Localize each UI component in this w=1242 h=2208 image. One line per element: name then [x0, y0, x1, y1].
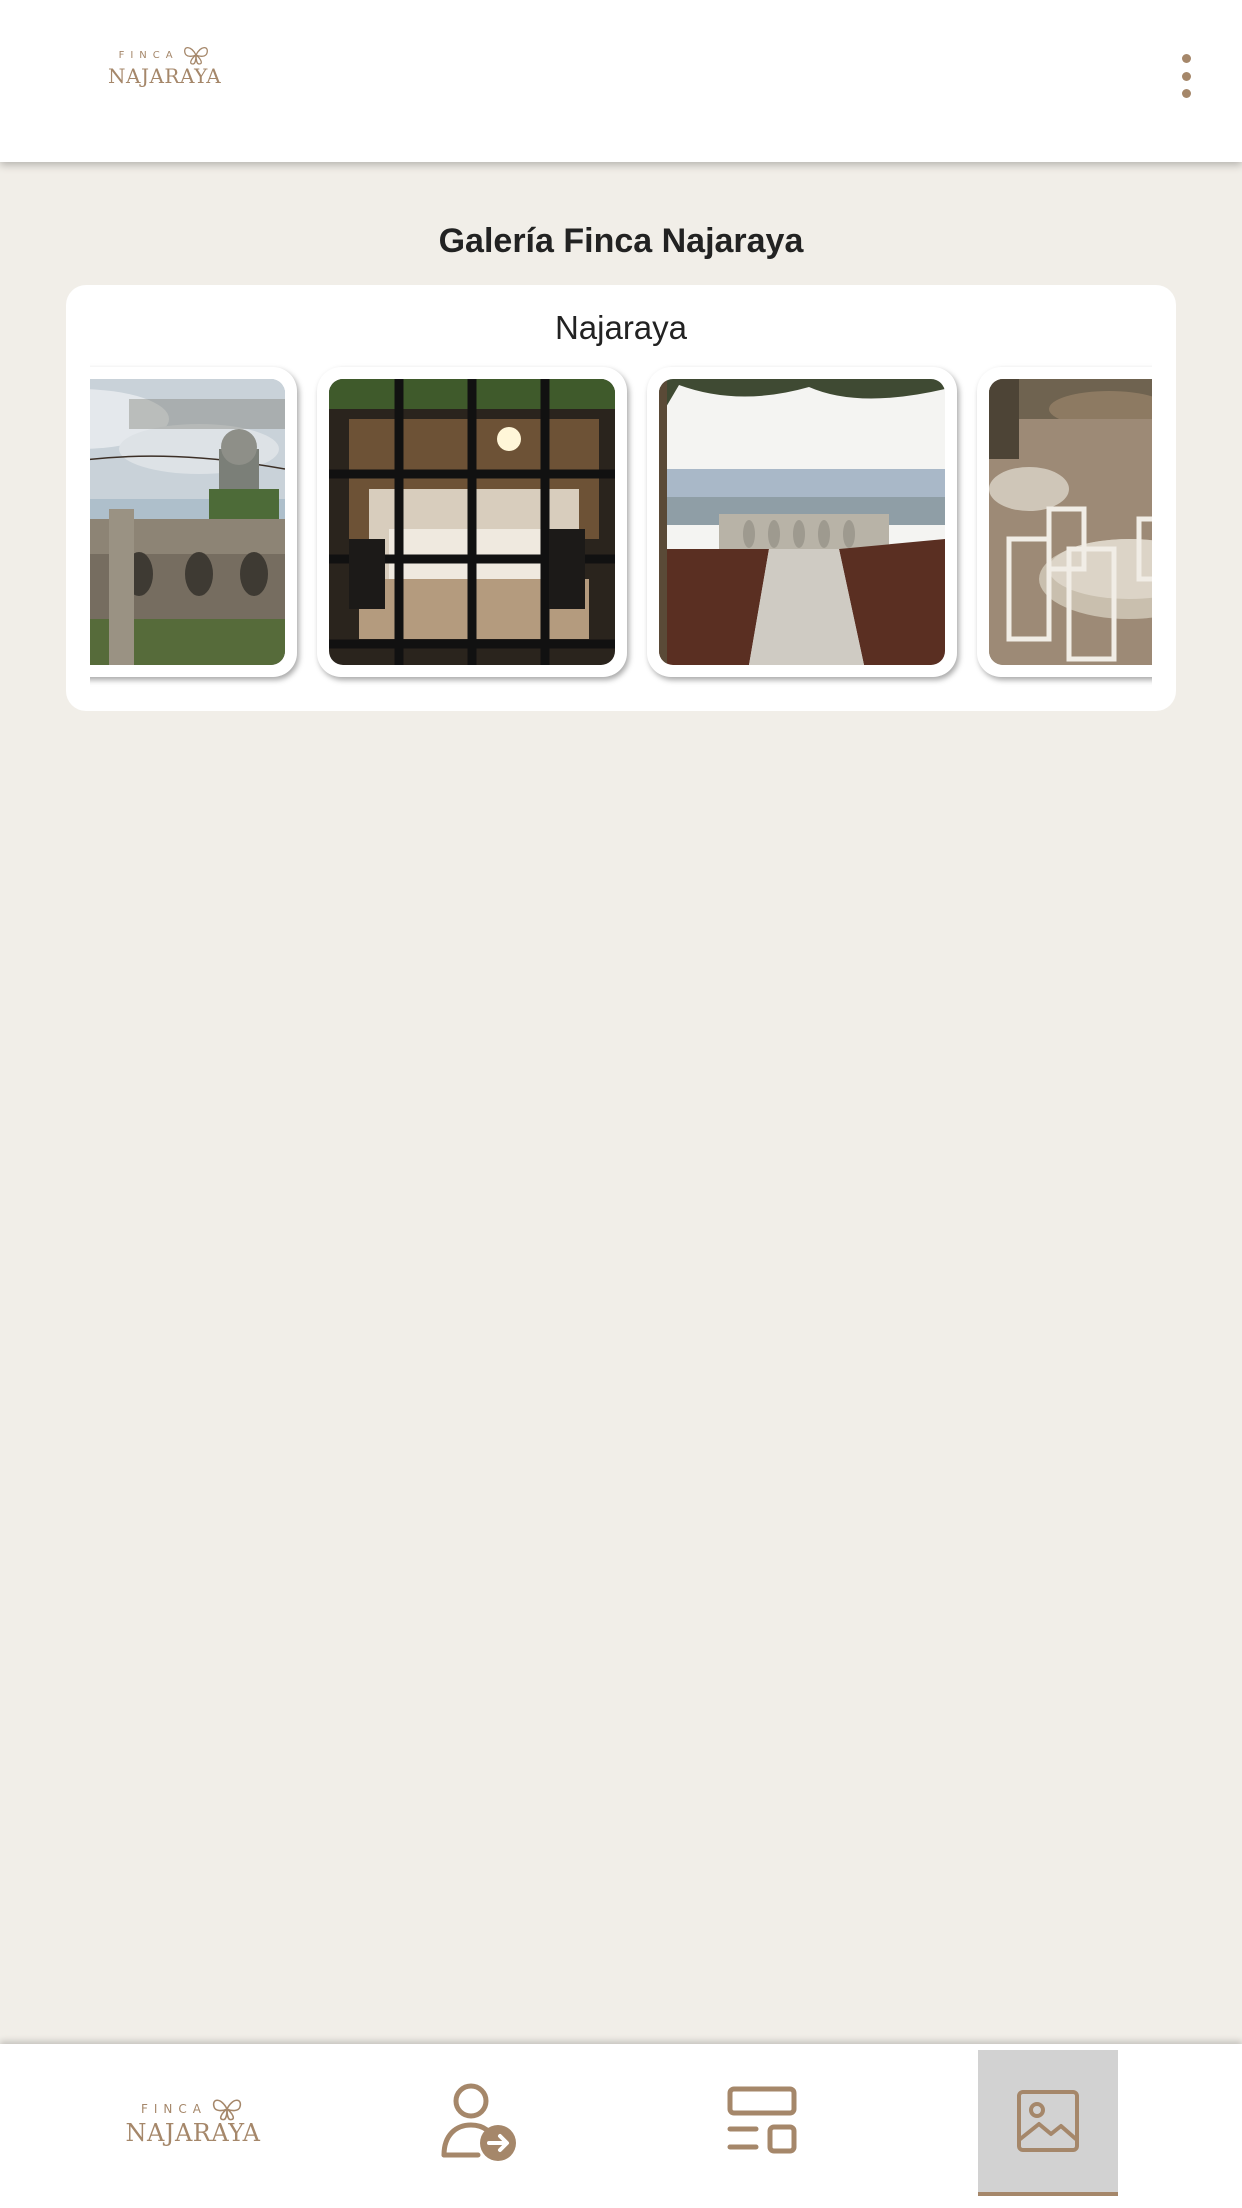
logo-najaraya-text: NAJARAYA [108, 64, 222, 88]
outdoor-banquet-photo [989, 379, 1152, 665]
user-arrow-icon [441, 2083, 516, 2161]
butterfly-icon [183, 46, 208, 65]
finca-najaraya-logo[interactable]: FINCA NAJARAYA [108, 44, 221, 88]
image-icon [1017, 2090, 1079, 2152]
layout-icon [727, 2086, 797, 2154]
photo-carousel[interactable] [90, 361, 1152, 691]
gallery-card: Najaraya [66, 285, 1176, 711]
more-vertical-icon[interactable] [1174, 54, 1198, 98]
nav-item-login[interactable] [410, 2050, 550, 2192]
gallery-photo[interactable] [977, 367, 1152, 677]
gallery-photo[interactable] [317, 367, 627, 677]
logo-finca-text: FINCA [118, 49, 179, 61]
page-title: Galería Finca Najaraya [438, 222, 804, 260]
gallery-photo[interactable] [647, 367, 957, 677]
dining-hall-window-photo [329, 379, 615, 665]
gallery-name: Najaraya [554, 309, 688, 346]
nav-item-gallery[interactable] [978, 2050, 1118, 2196]
nav-item-content[interactable] [693, 2050, 833, 2192]
stone-balustrade-photo [90, 379, 285, 665]
nav-item-home[interactable]: FINCA NAJARAYA [123, 2050, 263, 2192]
ceremony-terrace-photo [659, 379, 945, 665]
top-app-bar: FINCA NAJARAYA [0, 0, 1242, 162]
logo-najaraya-text: NAJARAYA [125, 2118, 261, 2147]
bottom-navigation: FINCA NAJARAYA [0, 2044, 1242, 2208]
gallery-photo[interactable] [90, 367, 297, 677]
finca-najaraya-logo: FINCA NAJARAYA [125, 2096, 260, 2147]
logo-finca-text: FINCA [140, 2101, 207, 2116]
